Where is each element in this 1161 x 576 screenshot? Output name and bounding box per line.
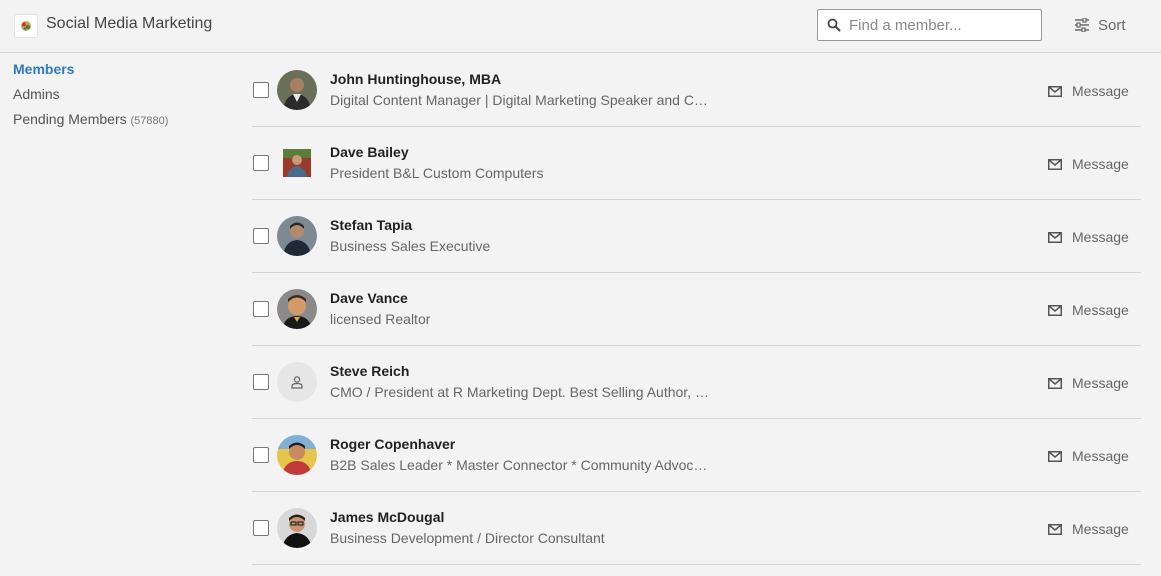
message-button[interactable]: Message [1048, 375, 1129, 391]
member-row: Steve Reich CMO / President at R Marketi… [252, 346, 1141, 419]
message-label: Message [1072, 521, 1129, 537]
select-checkbox[interactable] [253, 228, 269, 244]
pending-count: (57880) [130, 115, 169, 127]
avatar[interactable] [277, 289, 317, 329]
message-label: Message [1072, 156, 1129, 172]
select-checkbox[interactable] [253, 301, 269, 317]
avatar[interactable] [277, 435, 317, 475]
message-button[interactable]: Message [1048, 302, 1129, 318]
group-header: Social Media Marketing Sort [0, 0, 1161, 53]
nav-item-pending-members[interactable]: Pending Members (57880) [13, 110, 168, 135]
envelope-icon [1048, 85, 1062, 97]
member-name[interactable]: Roger Copenhaver [330, 436, 455, 452]
search-input[interactable] [849, 15, 1034, 35]
member-name[interactable]: Steve Reich [330, 363, 409, 379]
member-name[interactable]: Stefan Tapia [330, 217, 412, 233]
message-label: Message [1072, 229, 1129, 245]
nav-item-members[interactable]: Members [13, 60, 168, 85]
select-checkbox[interactable] [253, 520, 269, 536]
group-title: Social Media Marketing [46, 15, 213, 32]
member-name[interactable]: Dave Bailey [330, 144, 409, 160]
member-headline: CMO / President at R Marketing Dept. Bes… [330, 384, 709, 400]
message-button[interactable]: Message [1048, 229, 1129, 245]
envelope-icon [1048, 523, 1062, 535]
ghost-person-icon [291, 376, 303, 389]
member-headline: licensed Realtor [330, 311, 431, 327]
member-row: James McDougal Business Development / Di… [252, 492, 1141, 565]
message-button[interactable]: Message [1048, 448, 1129, 464]
envelope-icon [1048, 304, 1062, 316]
sidebar-nav: Members Admins Pending Members (57880) [13, 60, 168, 135]
select-checkbox[interactable] [253, 447, 269, 463]
member-name[interactable]: James McDougal [330, 509, 444, 525]
sliders-icon [1075, 18, 1089, 32]
sort-button[interactable]: Sort [1074, 15, 1126, 35]
nav-item-label: Pending Members [13, 111, 127, 127]
message-label: Message [1072, 302, 1129, 318]
message-label: Message [1072, 448, 1129, 464]
envelope-icon [1048, 158, 1062, 170]
member-search[interactable] [817, 9, 1042, 41]
nav-item-label: Admins [13, 86, 60, 102]
message-label: Message [1072, 375, 1129, 391]
member-row: Roger Copenhaver B2B Sales Leader * Mast… [252, 419, 1141, 492]
member-headline: B2B Sales Leader * Master Connector * Co… [330, 457, 708, 473]
member-headline: President B&L Custom Computers [330, 165, 544, 181]
member-row: Dave Bailey President B&L Custom Compute… [252, 127, 1141, 200]
search-icon [827, 18, 841, 32]
envelope-icon [1048, 377, 1062, 389]
member-name[interactable]: John Huntinghouse, MBA [330, 71, 501, 87]
envelope-icon [1048, 450, 1062, 462]
nav-item-label: Members [13, 61, 75, 77]
group-logo-icon [21, 21, 31, 31]
avatar[interactable] [277, 216, 317, 256]
member-list: John Huntinghouse, MBA Digital Content M… [252, 54, 1141, 565]
select-checkbox[interactable] [253, 374, 269, 390]
avatar[interactable] [283, 149, 311, 177]
member-row: John Huntinghouse, MBA Digital Content M… [252, 54, 1141, 127]
sort-label: Sort [1098, 16, 1126, 34]
message-button[interactable]: Message [1048, 156, 1129, 172]
message-button[interactable]: Message [1048, 521, 1129, 537]
group-logo [14, 14, 38, 38]
select-checkbox[interactable] [253, 82, 269, 98]
message-label: Message [1072, 83, 1129, 99]
avatar[interactable] [277, 508, 317, 548]
member-row: Dave Vance licensed Realtor Message [252, 273, 1141, 346]
avatar[interactable] [277, 70, 317, 110]
avatar[interactable] [277, 362, 317, 402]
nav-item-admins[interactable]: Admins [13, 85, 168, 110]
message-button[interactable]: Message [1048, 83, 1129, 99]
member-headline: Digital Content Manager | Digital Market… [330, 92, 708, 108]
select-checkbox[interactable] [253, 155, 269, 171]
member-row: Stefan Tapia Business Sales Executive Me… [252, 200, 1141, 273]
member-headline: Business Development / Director Consulta… [330, 530, 605, 546]
member-headline: Business Sales Executive [330, 238, 491, 254]
member-name[interactable]: Dave Vance [330, 290, 408, 306]
envelope-icon [1048, 231, 1062, 243]
